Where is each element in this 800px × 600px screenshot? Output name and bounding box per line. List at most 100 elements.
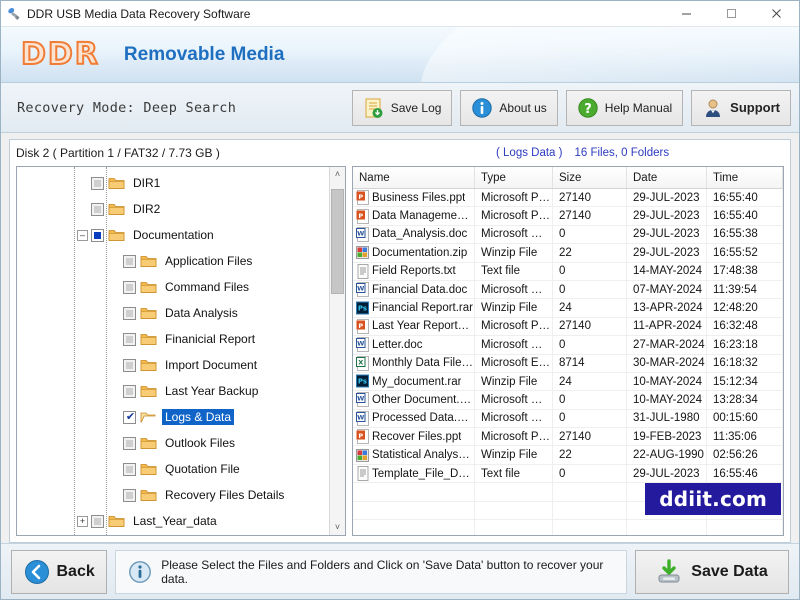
svg-text:P: P	[358, 432, 363, 440]
save-log-button[interactable]: Save Log	[352, 90, 453, 126]
file-row[interactable]: XMonthly Data File…Microsoft E…871430-MA…	[353, 355, 783, 373]
column-header-type[interactable]: Type	[475, 167, 553, 188]
powerpoint-file-icon: P	[356, 209, 369, 224]
svg-text:P: P	[358, 322, 363, 330]
file-row[interactable]: PsFinancial Report.rarWinzip File2413-AP…	[353, 299, 783, 317]
folder-checkbox[interactable]	[123, 463, 136, 476]
text-file-icon	[356, 264, 369, 279]
file-date: 10-MAY-2024	[627, 373, 707, 390]
file-time: 16:55:38	[707, 226, 783, 243]
file-row[interactable]: PData Managemen…Microsoft P…2714029-JUL-…	[353, 207, 783, 225]
svg-text:W: W	[357, 285, 364, 293]
about-us-button[interactable]: About us	[460, 90, 557, 126]
folder-checkbox[interactable]	[91, 177, 104, 190]
save-data-button[interactable]: Save Data	[635, 550, 789, 594]
file-row[interactable]: WData_Analysis.docMicrosoft …029-JUL-202…	[353, 226, 783, 244]
support-button[interactable]: Support	[691, 90, 791, 126]
tree-node[interactable]: Import Document	[17, 352, 329, 378]
file-time: 02:56:26	[707, 446, 783, 463]
column-header-date[interactable]: Date	[627, 167, 707, 188]
tree-node[interactable]: DIR1	[17, 170, 329, 196]
tree-scrollbar-thumb[interactable]	[331, 189, 344, 294]
powerpoint-file-icon: P	[356, 319, 369, 334]
tree-spacer	[109, 438, 120, 449]
scroll-up-arrow[interactable]: ˄	[335, 167, 340, 182]
file-date: 29-JUL-2023	[627, 207, 707, 224]
column-header-name[interactable]: Name	[353, 167, 475, 188]
file-time: 16:32:48	[707, 318, 783, 335]
folder-tree[interactable]: DIR1DIR2–DocumentationApplication FilesC…	[17, 167, 329, 535]
tree-node-label: Finanicial Report	[162, 331, 258, 347]
tree-node-label: Data Analysis	[162, 305, 241, 321]
file-row[interactable]: PRecover Files.pptMicrosoft P…2714019-FE…	[353, 428, 783, 446]
folder-checkbox[interactable]	[123, 437, 136, 450]
toolbar: Recovery Mode: Deep Search Save Log	[1, 83, 799, 133]
file-row[interactable]: PsMy_document.rarWinzip File2410-MAY-202…	[353, 373, 783, 391]
folder-checkbox[interactable]	[123, 255, 136, 268]
close-button[interactable]	[754, 1, 799, 27]
file-row[interactable]: Field Reports.txtText file014-MAY-202417…	[353, 263, 783, 281]
expand-icon[interactable]: +	[77, 516, 88, 527]
file-size: 0	[553, 391, 627, 408]
tree-node[interactable]: Command Files	[17, 274, 329, 300]
tree-spacer	[109, 412, 120, 423]
file-row[interactable]: Documentation.zipWinzip File2229-JUL-202…	[353, 244, 783, 262]
tree-node[interactable]: Quotation File	[17, 456, 329, 482]
column-header-size[interactable]: Size	[553, 167, 627, 188]
file-row[interactable]: PBusiness Files.pptMicrosoft P…2714029-J…	[353, 189, 783, 207]
file-row[interactable]: WFinancial Data.docMicrosoft …007-MAY-20…	[353, 281, 783, 299]
maximize-button[interactable]	[709, 1, 754, 27]
tree-spacer	[109, 308, 120, 319]
tree-node[interactable]: +Last_Year_data	[17, 508, 329, 534]
tree-node[interactable]: DIR2	[17, 196, 329, 222]
scroll-down-arrow[interactable]: ˅	[335, 520, 340, 535]
file-row[interactable]: Template_File_D…Text file029-JUL-202316:…	[353, 465, 783, 483]
tree-node[interactable]: Recovery Files Details	[17, 482, 329, 508]
file-size: 0	[553, 263, 627, 280]
folder-checkbox[interactable]	[91, 229, 104, 242]
file-row[interactable]: WProcessed Data.docMicrosoft …031-JUL-19…	[353, 410, 783, 428]
file-row[interactable]: Statistical Analys…Winzip File2222-AUG-1…	[353, 446, 783, 464]
help-manual-label: Help Manual	[605, 101, 672, 115]
folder-checkbox[interactable]	[123, 385, 136, 398]
folder-checkbox[interactable]	[91, 203, 104, 216]
folder-checkbox[interactable]	[123, 333, 136, 346]
folder-checkbox[interactable]	[123, 359, 136, 372]
file-size: 22	[553, 244, 627, 261]
empty-cell	[553, 483, 627, 500]
svg-text:W: W	[357, 230, 364, 238]
tree-node[interactable]: Outlook Files	[17, 430, 329, 456]
tree-node[interactable]: –Documentation	[17, 222, 329, 248]
minimize-button[interactable]	[664, 1, 709, 27]
tree-node[interactable]: Logs & Data	[17, 404, 329, 430]
file-row[interactable]: WLetter.docMicrosoft …027-MAR-202416:23:…	[353, 336, 783, 354]
folder-icon	[108, 176, 125, 190]
file-type: Microsoft P…	[475, 428, 553, 445]
powerpoint-file-icon: P	[356, 429, 369, 444]
file-date: 19-FEB-2023	[627, 428, 707, 445]
file-row[interactable]: WOther Document.…Microsoft …010-MAY-2024…	[353, 391, 783, 409]
application-window: DDR USB Media Data Recovery Software DDR…	[0, 0, 800, 600]
back-button[interactable]: Back	[11, 550, 107, 594]
tree-node-label: Quotation File	[162, 461, 243, 477]
folder-checkbox[interactable]	[123, 411, 136, 424]
tree-node[interactable]: Application Files	[17, 248, 329, 274]
file-row[interactable]: PLast Year Report…Microsoft P…2714011-AP…	[353, 318, 783, 336]
file-name: Monthly Data File…	[372, 357, 473, 369]
help-manual-button[interactable]: ? Help Manual	[566, 90, 683, 126]
tree-node[interactable]: Last Year Backup	[17, 378, 329, 404]
tree-node[interactable]: Finanicial Report	[17, 326, 329, 352]
file-size: 0	[553, 226, 627, 243]
folder-checkbox[interactable]	[123, 281, 136, 294]
folder-checkbox[interactable]	[123, 307, 136, 320]
status-message-box: Please Select the Files and Folders and …	[115, 550, 627, 594]
folder-icon	[140, 358, 157, 372]
folder-checkbox[interactable]	[91, 515, 104, 528]
column-header-time[interactable]: Time	[707, 167, 783, 188]
collapse-icon[interactable]: –	[77, 230, 88, 241]
content-area: Disk 2 ( Partition 1 / FAT32 / 7.73 GB )…	[9, 139, 791, 543]
word-file-icon: W	[356, 392, 369, 407]
folder-checkbox[interactable]	[123, 489, 136, 502]
tree-scrollbar[interactable]: ˄ ˅	[329, 167, 345, 535]
tree-node[interactable]: Data Analysis	[17, 300, 329, 326]
